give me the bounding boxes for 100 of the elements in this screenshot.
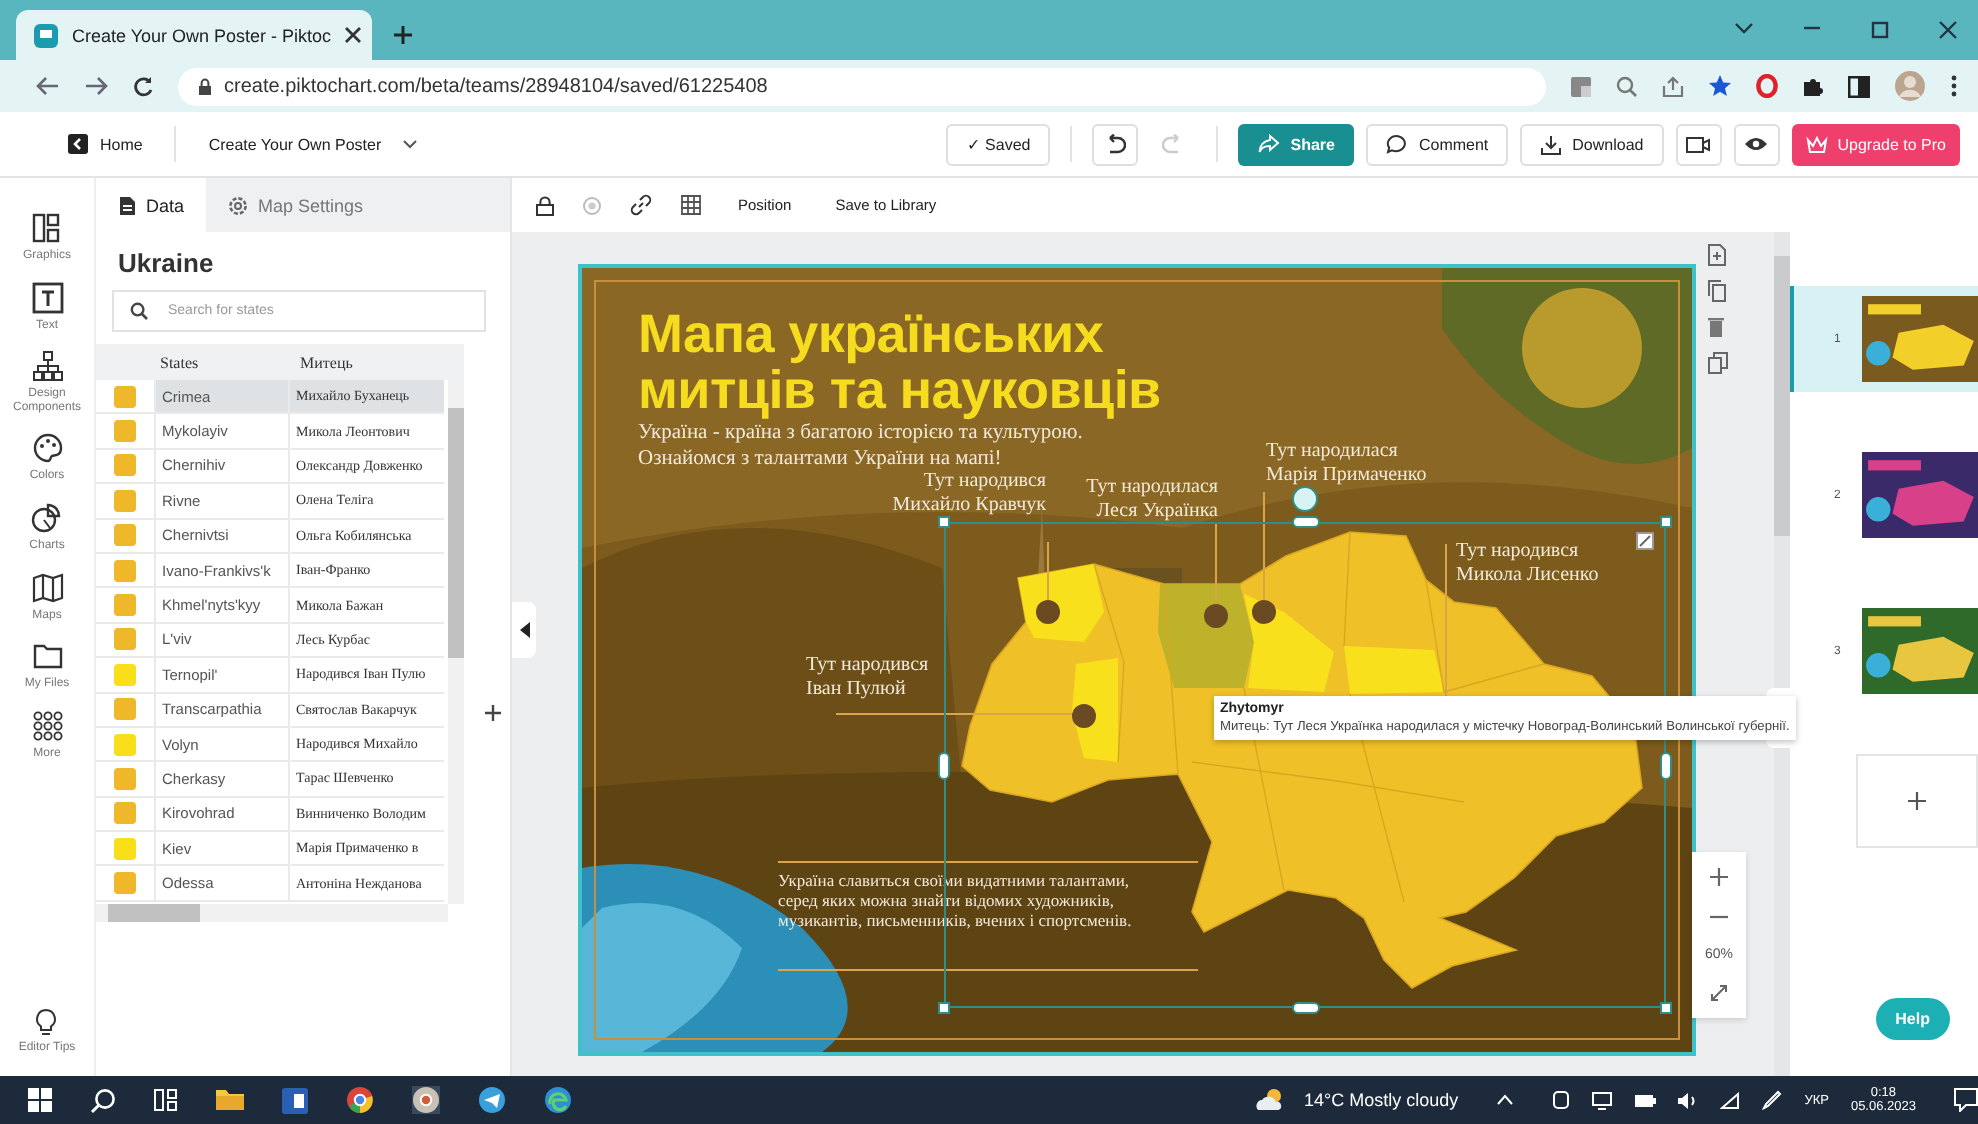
resize-handle[interactable] [1660, 516, 1672, 528]
browser-icon[interactable] [346, 1086, 374, 1114]
zoom-in-icon[interactable] [1710, 868, 1728, 886]
lock-icon [198, 77, 212, 95]
translate-icon[interactable] [1570, 75, 1592, 97]
task-view-icon[interactable] [154, 1088, 178, 1112]
map-pin[interactable] [1252, 600, 1276, 624]
notification-icon[interactable] [1954, 1088, 1978, 1112]
address-field[interactable]: create.piktochart.com/beta/teams/28948104/saved/61225408 [178, 67, 1546, 105]
tray-icon[interactable] [1552, 1090, 1571, 1110]
fit-screen-icon[interactable] [1710, 984, 1728, 1002]
edit-icon[interactable] [1636, 532, 1654, 550]
share-button[interactable]: Share [1238, 123, 1355, 165]
download-button[interactable]: Download [1520, 123, 1664, 165]
color-swatch[interactable] [114, 489, 136, 512]
forward-icon[interactable] [84, 76, 108, 96]
poster-subtitle[interactable]: Україна - країна з багатою історією та культурою. Ознайомся з талантами України на мапі! [638, 422, 1083, 473]
resize-handle[interactable] [1660, 752, 1672, 780]
puzzle-icon[interactable] [1802, 75, 1824, 97]
lock-icon[interactable] [536, 195, 554, 215]
color-swatch[interactable] [114, 594, 136, 617]
search-icon[interactable] [90, 1087, 116, 1113]
scrollbar[interactable] [448, 380, 464, 904]
pattern-icon[interactable] [680, 194, 702, 216]
color-swatch[interactable] [114, 663, 136, 686]
color-swatch[interactable] [114, 872, 136, 895]
color-swatch[interactable] [114, 559, 136, 582]
leader-line [1047, 541, 1049, 601]
preview-button[interactable] [1733, 123, 1780, 165]
color-swatch[interactable] [114, 385, 136, 408]
chevron-down-icon[interactable] [1734, 20, 1754, 36]
crown-icon [1805, 135, 1828, 153]
color-swatch[interactable] [114, 454, 136, 477]
resize-handle[interactable] [1292, 516, 1320, 528]
color-swatch[interactable] [114, 524, 136, 547]
star-icon[interactable] [1708, 74, 1732, 98]
kebab-menu-icon[interactable] [1950, 74, 1958, 98]
color-swatch[interactable] [114, 837, 136, 860]
close-icon[interactable] [1938, 20, 1958, 40]
copy-icon[interactable] [1708, 280, 1726, 302]
map-callout[interactable]: Тут народилася Марія Примаченко [1266, 440, 1626, 486]
panel-heading: Ukraine [118, 248, 216, 278]
saved-button[interactable]: ✓ Saved [946, 123, 1051, 165]
color-swatch[interactable] [114, 733, 136, 756]
browser-tab[interactable]: Create Your Own Poster - Piktoc [16, 10, 372, 60]
comment-button[interactable]: Comment [1366, 123, 1509, 165]
color-swatch[interactable] [114, 420, 136, 443]
share-icon [1258, 134, 1281, 154]
panel-tab[interactable]: Data [96, 178, 207, 232]
collapse-tab[interactable] [512, 602, 536, 658]
share-icon[interactable] [1662, 75, 1684, 97]
pen-icon[interactable] [1762, 1090, 1783, 1110]
opera-icon[interactable] [1756, 74, 1778, 98]
add-column-icon[interactable] [484, 704, 502, 722]
weather-text[interactable]: 14°C Mostly cloudy [1304, 1090, 1459, 1110]
speaker-icon[interactable] [1678, 1091, 1699, 1109]
battery-icon[interactable] [1634, 1093, 1657, 1107]
maximize-icon[interactable] [1870, 20, 1890, 40]
resize-handle[interactable] [938, 516, 950, 528]
map-callout[interactable]: Тут народився Михайло Кравчук [838, 470, 1046, 516]
color-swatch[interactable] [114, 802, 136, 825]
monitor-icon[interactable] [1592, 1091, 1613, 1109]
folder-icon[interactable] [216, 1088, 244, 1112]
map-pin[interactable] [1204, 604, 1228, 628]
document-title-dropdown[interactable]: Create Your Own Poster [196, 129, 430, 159]
scrollbar[interactable] [96, 903, 448, 922]
wifi-icon[interactable] [1720, 1091, 1741, 1109]
back-icon[interactable] [36, 76, 60, 96]
duplicate-icon[interactable] [1708, 352, 1728, 374]
map-pin[interactable] [1036, 600, 1060, 624]
close-icon[interactable] [343, 26, 362, 44]
document-app-icon[interactable] [282, 1087, 308, 1113]
color-swatch[interactable] [114, 698, 136, 721]
map-pin[interactable] [1072, 704, 1096, 728]
trash-icon[interactable] [1708, 316, 1724, 338]
resize-handle[interactable] [1292, 1002, 1320, 1014]
home-button[interactable]: Home [56, 128, 155, 160]
resize-handle[interactable] [938, 1002, 950, 1014]
sidebar-icon[interactable] [1848, 75, 1870, 97]
poster-title[interactable]: Мапа українських митців та науковців [638, 308, 1161, 419]
undo-icon [1104, 133, 1127, 155]
color-swatch[interactable] [114, 767, 136, 790]
telegram-icon[interactable] [478, 1086, 506, 1114]
undo-button[interactable] [1092, 123, 1139, 165]
resize-handle[interactable] [1660, 1002, 1672, 1014]
new-tab-icon[interactable] [392, 23, 414, 45]
present-button[interactable] [1675, 123, 1722, 165]
map-callout[interactable]: Тут народився Микола Лисенко [1456, 540, 1686, 586]
resize-handle[interactable] [938, 752, 950, 780]
upgrade-button[interactable]: Upgrade to Pro [1791, 123, 1960, 165]
caret-up-icon[interactable] [1496, 1094, 1515, 1106]
edge-icon[interactable] [544, 1086, 572, 1114]
map-callout[interactable]: Тут народився Іван Пулюй [806, 654, 938, 700]
link-icon[interactable] [630, 194, 652, 216]
windows-icon[interactable] [28, 1088, 52, 1112]
color-swatch[interactable] [114, 628, 136, 651]
browser-icon[interactable] [412, 1086, 440, 1114]
reload-icon[interactable] [132, 75, 154, 97]
zoom-icon[interactable] [1616, 75, 1638, 97]
add-page-icon[interactable] [1708, 244, 1726, 266]
